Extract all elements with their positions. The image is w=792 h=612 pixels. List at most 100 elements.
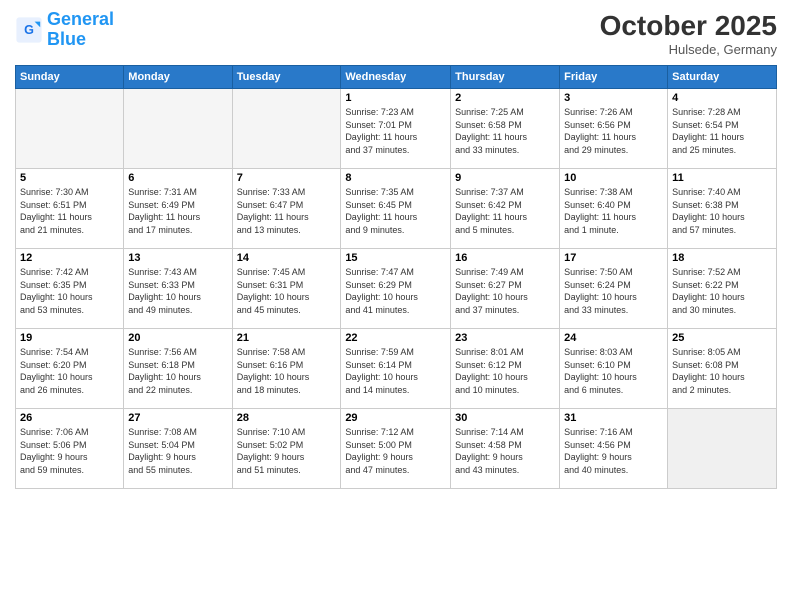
table-row: 20 Sunrise: 7:56 AM Sunset: 6:18 PM Dayli… — [124, 329, 232, 409]
table-row: 2 Sunrise: 7:25 AM Sunset: 6:58 PM Daylig… — [451, 89, 560, 169]
day-info: Sunrise: 7:56 AM Sunset: 6:18 PM Dayligh… — [128, 346, 227, 396]
day-info: Sunrise: 7:12 AM Sunset: 5:00 PM Dayligh… — [345, 426, 446, 476]
day-number: 21 — [237, 332, 337, 344]
day-number: 24 — [564, 332, 663, 344]
calendar-week-row: 5 Sunrise: 7:30 AM Sunset: 6:51 PM Daylig… — [16, 169, 777, 249]
location: Hulsede, Germany — [600, 42, 777, 57]
day-info: Sunrise: 7:30 AM Sunset: 6:51 PM Dayligh… — [20, 186, 119, 236]
logo-icon: G — [15, 16, 43, 44]
table-row: 14 Sunrise: 7:45 AM Sunset: 6:31 PM Dayli… — [232, 249, 341, 329]
table-row: 8Sunrise: 7:35 AM Sunset: 6:45 PM Daylig… — [341, 169, 451, 249]
day-info: Sunrise: 7:49 AM Sunset: 6:27 PM Dayligh… — [455, 266, 555, 316]
day-info: Sunrise: 7:54 AM Sunset: 6:20 PM Dayligh… — [20, 346, 119, 396]
table-row — [124, 89, 232, 169]
day-number: 8 — [345, 172, 446, 184]
table-row: 11Sunrise: 7:40 AM Sunset: 6:38 PM Dayli… — [668, 169, 777, 249]
day-info: Sunrise: 7:06 AM Sunset: 5:06 PM Dayligh… — [20, 426, 119, 476]
day-number: 10 — [564, 172, 663, 184]
table-row: 23 Sunrise: 8:01 AM Sunset: 6:12 PM Dayli… — [451, 329, 560, 409]
day-number: 2 — [455, 92, 555, 104]
day-number: 17 — [564, 252, 663, 264]
day-number: 6 — [128, 172, 227, 184]
calendar-week-row: 19 Sunrise: 7:54 AM Sunset: 6:20 PM Dayli… — [16, 329, 777, 409]
day-number: 4 — [672, 92, 772, 104]
day-info: Sunrise: 8:03 AM Sunset: 6:10 PM Dayligh… — [564, 346, 663, 396]
table-row: 21 Sunrise: 7:58 AM Sunset: 6:16 PM Dayli… — [232, 329, 341, 409]
day-number: 9 — [455, 172, 555, 184]
table-row: 26 Sunrise: 7:06 AM Sunset: 5:06 PM Dayli… — [16, 409, 124, 489]
table-row: 17Sunrise: 7:50 AM Sunset: 6:24 PM Dayli… — [560, 249, 668, 329]
table-row — [232, 89, 341, 169]
page: G General Blue October 2025 Hulsede, Ger… — [0, 0, 792, 612]
calendar-week-row: 26 Sunrise: 7:06 AM Sunset: 5:06 PM Dayli… — [16, 409, 777, 489]
day-info: Sunrise: 8:05 AM Sunset: 6:08 PM Dayligh… — [672, 346, 772, 396]
day-number: 29 — [345, 412, 446, 424]
day-number: 14 — [237, 252, 337, 264]
table-row: 15Sunrise: 7:47 AM Sunset: 6:29 PM Dayli… — [341, 249, 451, 329]
table-row: 27 Sunrise: 7:08 AM Sunset: 5:04 PM Dayli… — [124, 409, 232, 489]
table-row: 3 Sunrise: 7:26 AM Sunset: 6:56 PM Daylig… — [560, 89, 668, 169]
day-number: 20 — [128, 332, 227, 344]
day-info: Sunrise: 7:47 AM Sunset: 6:29 PM Dayligh… — [345, 266, 446, 316]
table-row: 25 Sunrise: 8:05 AM Sunset: 6:08 PM Dayli… — [668, 329, 777, 409]
day-info: Sunrise: 7:40 AM Sunset: 6:38 PM Dayligh… — [672, 186, 772, 236]
day-number: 18 — [672, 252, 772, 264]
header-sunday: Sunday — [16, 66, 124, 89]
month-title: October 2025 — [600, 10, 777, 42]
table-row: 13 Sunrise: 7:43 AM Sunset: 6:33 PM Dayli… — [124, 249, 232, 329]
calendar-table: Sunday Monday Tuesday Wednesday Thursday… — [15, 65, 777, 489]
table-row — [668, 409, 777, 489]
day-info: Sunrise: 7:25 AM Sunset: 6:58 PM Dayligh… — [455, 106, 555, 156]
day-info: Sunrise: 7:43 AM Sunset: 6:33 PM Dayligh… — [128, 266, 227, 316]
day-number: 23 — [455, 332, 555, 344]
day-info: Sunrise: 7:38 AM Sunset: 6:40 PM Dayligh… — [564, 186, 663, 236]
day-info: Sunrise: 7:31 AM Sunset: 6:49 PM Dayligh… — [128, 186, 227, 236]
day-info: Sunrise: 7:28 AM Sunset: 6:54 PM Dayligh… — [672, 106, 772, 156]
day-info: Sunrise: 7:23 AM Sunset: 7:01 PM Dayligh… — [345, 106, 446, 156]
table-row: 10 Sunrise: 7:38 AM Sunset: 6:40 PM Dayli… — [560, 169, 668, 249]
table-row: 6 Sunrise: 7:31 AM Sunset: 6:49 PM Daylig… — [124, 169, 232, 249]
table-row: 12Sunrise: 7:42 AM Sunset: 6:35 PM Dayli… — [16, 249, 124, 329]
svg-text:G: G — [24, 23, 34, 37]
day-number: 26 — [20, 412, 119, 424]
day-number: 27 — [128, 412, 227, 424]
day-info: Sunrise: 7:58 AM Sunset: 6:16 PM Dayligh… — [237, 346, 337, 396]
table-row: 5 Sunrise: 7:30 AM Sunset: 6:51 PM Daylig… — [16, 169, 124, 249]
day-info: Sunrise: 7:33 AM Sunset: 6:47 PM Dayligh… — [237, 186, 337, 236]
table-row: 31Sunrise: 7:16 AM Sunset: 4:56 PM Dayli… — [560, 409, 668, 489]
day-number: 30 — [455, 412, 555, 424]
table-row: 7 Sunrise: 7:33 AM Sunset: 6:47 PM Daylig… — [232, 169, 341, 249]
day-info: Sunrise: 7:59 AM Sunset: 6:14 PM Dayligh… — [345, 346, 446, 396]
day-number: 22 — [345, 332, 446, 344]
day-number: 19 — [20, 332, 119, 344]
day-number: 28 — [237, 412, 337, 424]
day-info: Sunrise: 7:45 AM Sunset: 6:31 PM Dayligh… — [237, 266, 337, 316]
table-row: 16 Sunrise: 7:49 AM Sunset: 6:27 PM Dayli… — [451, 249, 560, 329]
table-row: 29 Sunrise: 7:12 AM Sunset: 5:00 PM Dayli… — [341, 409, 451, 489]
table-row: 9 Sunrise: 7:37 AM Sunset: 6:42 PM Daylig… — [451, 169, 560, 249]
day-number: 7 — [237, 172, 337, 184]
logo-line2: Blue — [47, 29, 86, 49]
logo: G General Blue — [15, 10, 114, 50]
header-thursday: Thursday — [451, 66, 560, 89]
day-number: 25 — [672, 332, 772, 344]
day-number: 16 — [455, 252, 555, 264]
table-row — [16, 89, 124, 169]
header-monday: Monday — [124, 66, 232, 89]
table-row: 18Sunrise: 7:52 AM Sunset: 6:22 PM Dayli… — [668, 249, 777, 329]
table-row: 30Sunrise: 7:14 AM Sunset: 4:58 PM Dayli… — [451, 409, 560, 489]
day-info: Sunrise: 8:01 AM Sunset: 6:12 PM Dayligh… — [455, 346, 555, 396]
day-info: Sunrise: 7:10 AM Sunset: 5:02 PM Dayligh… — [237, 426, 337, 476]
day-info: Sunrise: 7:37 AM Sunset: 6:42 PM Dayligh… — [455, 186, 555, 236]
day-number: 12 — [20, 252, 119, 264]
header-tuesday: Tuesday — [232, 66, 341, 89]
day-number: 3 — [564, 92, 663, 104]
day-info: Sunrise: 7:26 AM Sunset: 6:56 PM Dayligh… — [564, 106, 663, 156]
header-friday: Friday — [560, 66, 668, 89]
calendar-week-row: 12Sunrise: 7:42 AM Sunset: 6:35 PM Dayli… — [16, 249, 777, 329]
calendar-header-row: Sunday Monday Tuesday Wednesday Thursday… — [16, 66, 777, 89]
day-info: Sunrise: 7:08 AM Sunset: 5:04 PM Dayligh… — [128, 426, 227, 476]
calendar-week-row: 1Sunrise: 7:23 AM Sunset: 7:01 PM Daylig… — [16, 89, 777, 169]
day-number: 13 — [128, 252, 227, 264]
day-number: 5 — [20, 172, 119, 184]
